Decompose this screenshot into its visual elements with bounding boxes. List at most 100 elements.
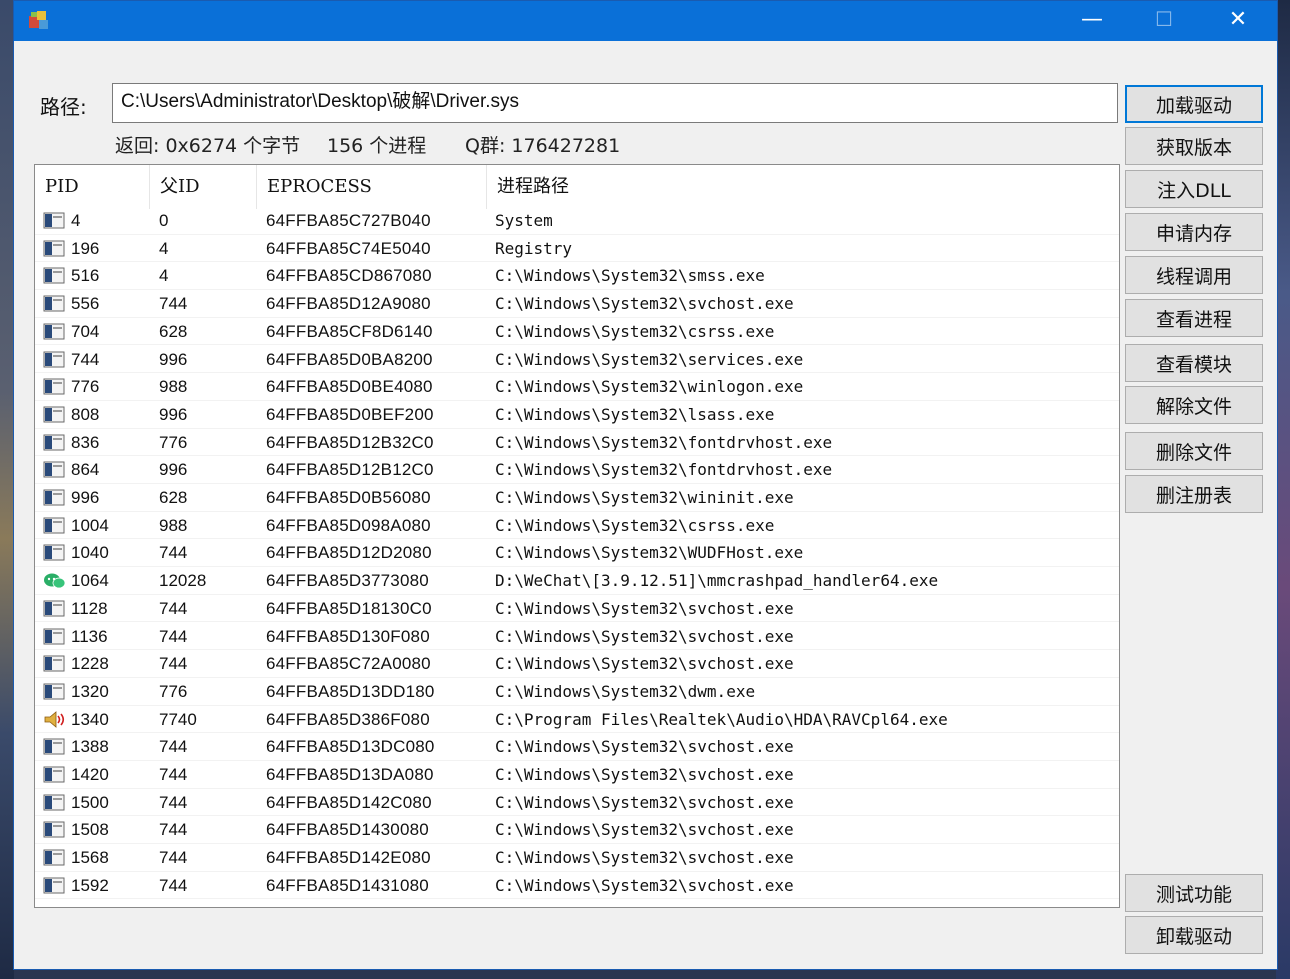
test-function-button[interactable]: 测试功能: [1125, 874, 1263, 912]
cell-pid: 1136: [71, 626, 108, 646]
table-row[interactable]: 1136 744 64FFBA85D130F080 C:\Windows\System…: [35, 623, 1119, 651]
title-bar[interactable]: — ☐ ✕: [14, 1, 1277, 41]
get-version-button[interactable]: 获取版本: [1125, 127, 1263, 165]
app-icon: [43, 434, 67, 451]
cell-parent-id: 744: [159, 765, 188, 784]
inject-dll-button[interactable]: 注入DLL: [1125, 170, 1263, 208]
cell-eprocess: 64FFBA85C72A0080: [266, 654, 431, 674]
cell-pid: 836: [71, 432, 100, 452]
unload-driver-button[interactable]: 卸载驱动: [1125, 916, 1263, 954]
path-input[interactable]: C:\Users\Administrator\Desktop\破解\Driver…: [112, 83, 1118, 123]
cell-eprocess: 64FFBA85C74E5040: [266, 238, 431, 258]
cell-pid: 1420: [71, 765, 109, 784]
alloc-memory-button[interactable]: 申请内存: [1125, 213, 1263, 251]
list-header: PID 父ID EPROCESS 进程路径: [35, 165, 1119, 209]
app-icon: [43, 628, 67, 645]
table-row[interactable]: 1040 744 64FFBA85D12D2080 C:\Windows\System…: [35, 539, 1119, 568]
column-header-process-path[interactable]: 进程路径: [487, 165, 1119, 209]
cell-process-path: C:\Windows\System32\lsass.exe: [495, 404, 775, 424]
cell-pid: 864: [71, 460, 100, 480]
cell-eprocess: 64FFBA85CF8D6140: [266, 321, 433, 341]
app-icon: [43, 378, 67, 395]
table-row[interactable]: 1420 744 64FFBA85D13DA080 C:\Windows\System…: [35, 761, 1119, 789]
table-row[interactable]: 516 4 64FFBA85CD867080 C:\Windows\System32\…: [35, 262, 1119, 291]
table-row[interactable]: 836 776 64FFBA85D12B32C0 C:\Windows\System3…: [35, 429, 1119, 457]
cell-parent-id: 776: [159, 681, 188, 701]
table-row[interactable]: 1388 744 64FFBA85D13DC080 C:\Windows\System…: [35, 733, 1119, 761]
cell-eprocess: 64FFBA85D130F080: [266, 626, 430, 646]
table-row[interactable]: 1064 12028 64FFBA85D3773080 D:\WeChat\[3.9.…: [35, 567, 1119, 595]
table-row[interactable]: 4 0 64FFBA85C727B040 System: [35, 207, 1119, 235]
status-process-count: 156 个进程: [327, 135, 427, 157]
app-icon: [43, 683, 67, 700]
delete-file-button[interactable]: 删除文件: [1125, 432, 1263, 470]
cell-parent-id: 4: [159, 238, 169, 258]
load-driver-button[interactable]: 加载驱动: [1125, 85, 1263, 123]
table-row[interactable]: 744 996 64FFBA85D0BA8200 C:\Windows\System3…: [35, 346, 1119, 374]
cell-eprocess: 64FFBA85CD867080: [266, 266, 432, 286]
wechat-icon: [43, 572, 67, 589]
table-row[interactable]: 196 4 64FFBA85C74E5040 Registry: [35, 235, 1119, 263]
unlock-file-button[interactable]: 解除文件: [1125, 386, 1263, 424]
cell-process-path: C:\Windows\System32\svchost.exe: [495, 626, 794, 646]
cell-process-path: C:\Windows\System32\svchost.exe: [495, 598, 794, 618]
cell-process-path: D:\WeChat\[3.9.12.51]\mmcrashpad_handler…: [495, 571, 939, 591]
cell-pid: 1500: [71, 792, 109, 812]
desktop-background-left: [0, 0, 14, 979]
cell-pid: 1340: [71, 709, 109, 729]
cell-pid: 808: [71, 404, 100, 424]
cell-parent-id: 776: [159, 432, 188, 452]
column-header-eprocess[interactable]: EPROCESS: [257, 165, 487, 209]
view-module-button[interactable]: 查看模块: [1125, 344, 1263, 382]
cell-process-path: C:\Windows\System32\svchost.exe: [495, 294, 794, 314]
close-button[interactable]: ✕: [1208, 1, 1268, 37]
table-row[interactable]: 996 628 64FFBA85D0B56080 C:\Windows\System3…: [35, 484, 1119, 512]
table-row[interactable]: 864 996 64FFBA85D12B12C0 C:\Windows\System3…: [35, 456, 1119, 484]
table-row[interactable]: 1228 744 64FFBA85C72A0080 C:\Windows\System…: [35, 650, 1119, 678]
delete-registry-button[interactable]: 删注册表: [1125, 475, 1263, 513]
cell-parent-id: 996: [159, 349, 188, 369]
view-process-button[interactable]: 查看进程: [1125, 299, 1263, 337]
cell-parent-id: 996: [159, 460, 188, 480]
app-icon: [43, 351, 67, 368]
cell-pid: 996: [71, 488, 100, 507]
table-row[interactable]: 1508 744 64FFBA85D1430080 C:\Windows\System…: [35, 816, 1119, 845]
table-row[interactable]: 1500 744 64FFBA85D142C080 C:\Windows\System…: [35, 789, 1119, 817]
table-row[interactable]: 1128 744 64FFBA85D18130C0 C:\Windows\System…: [35, 595, 1119, 623]
table-row[interactable]: 1320 776 64FFBA85D13DD180 C:\Windows\System…: [35, 678, 1119, 706]
cell-process-path: C:\Program Files\Realtek\Audio\HDA\RAVCp…: [495, 709, 948, 729]
cell-process-path: C:\Windows\System32\dwm.exe: [495, 681, 756, 701]
cell-process-path: C:\Windows\System32\csrss.exe: [495, 515, 775, 535]
app-icon: [43, 821, 67, 838]
minimize-button[interactable]: —: [1062, 1, 1122, 37]
maximize-button[interactable]: ☐: [1134, 1, 1194, 37]
app-icon: [43, 849, 67, 866]
table-row[interactable]: 1592 744 64FFBA85D1431080 C:\Windows\System…: [35, 872, 1119, 900]
table-row[interactable]: 1340 7740 64FFBA85D386F080 C:\Program Files…: [35, 706, 1119, 734]
column-header-pid[interactable]: PID: [35, 165, 150, 209]
table-row[interactable]: 1004 988 64FFBA85D098A080 C:\Windows\System…: [35, 512, 1119, 540]
app-icon: [29, 11, 48, 29]
thread-call-button[interactable]: 线程调用: [1125, 256, 1263, 294]
table-row[interactable]: 556 744 64FFBA85D12A9080 C:\Windows\System3…: [35, 290, 1119, 318]
table-row[interactable]: 704 628 64FFBA85CF8D6140 C:\Windows\System3…: [35, 318, 1119, 346]
cell-parent-id: 12028: [159, 571, 207, 591]
cell-process-path: C:\Windows\System32\svchost.exe: [495, 848, 794, 868]
cell-pid: 1568: [71, 848, 109, 868]
cell-process-path: C:\Windows\System32\winlogon.exe: [495, 377, 804, 397]
cell-eprocess: 64FFBA85D0BA8200: [266, 349, 433, 369]
cell-parent-id: 628: [159, 321, 188, 341]
cell-parent-id: 744: [159, 598, 188, 618]
process-list[interactable]: PID 父ID EPROCESS 进程路径 4 0 64FFBA85C727B040…: [34, 164, 1120, 908]
cell-parent-id: 744: [159, 654, 188, 674]
cell-eprocess: 64FFBA85D13DD180: [266, 681, 435, 701]
cell-eprocess: 64FFBA85D3773080: [266, 571, 429, 591]
cell-parent-id: 744: [159, 737, 188, 757]
cell-process-path: System: [495, 211, 553, 230]
column-header-parent-id[interactable]: 父ID: [150, 165, 257, 209]
table-row[interactable]: 1568 744 64FFBA85D142E080 C:\Windows\System…: [35, 844, 1119, 872]
cell-parent-id: 7740: [159, 709, 197, 729]
table-row[interactable]: 776 988 64FFBA85D0BE4080 C:\Windows\System3…: [35, 373, 1119, 401]
table-row[interactable]: 808 996 64FFBA85D0BEF200 C:\Windows\System3…: [35, 401, 1119, 429]
cell-process-path: Registry: [495, 238, 573, 258]
